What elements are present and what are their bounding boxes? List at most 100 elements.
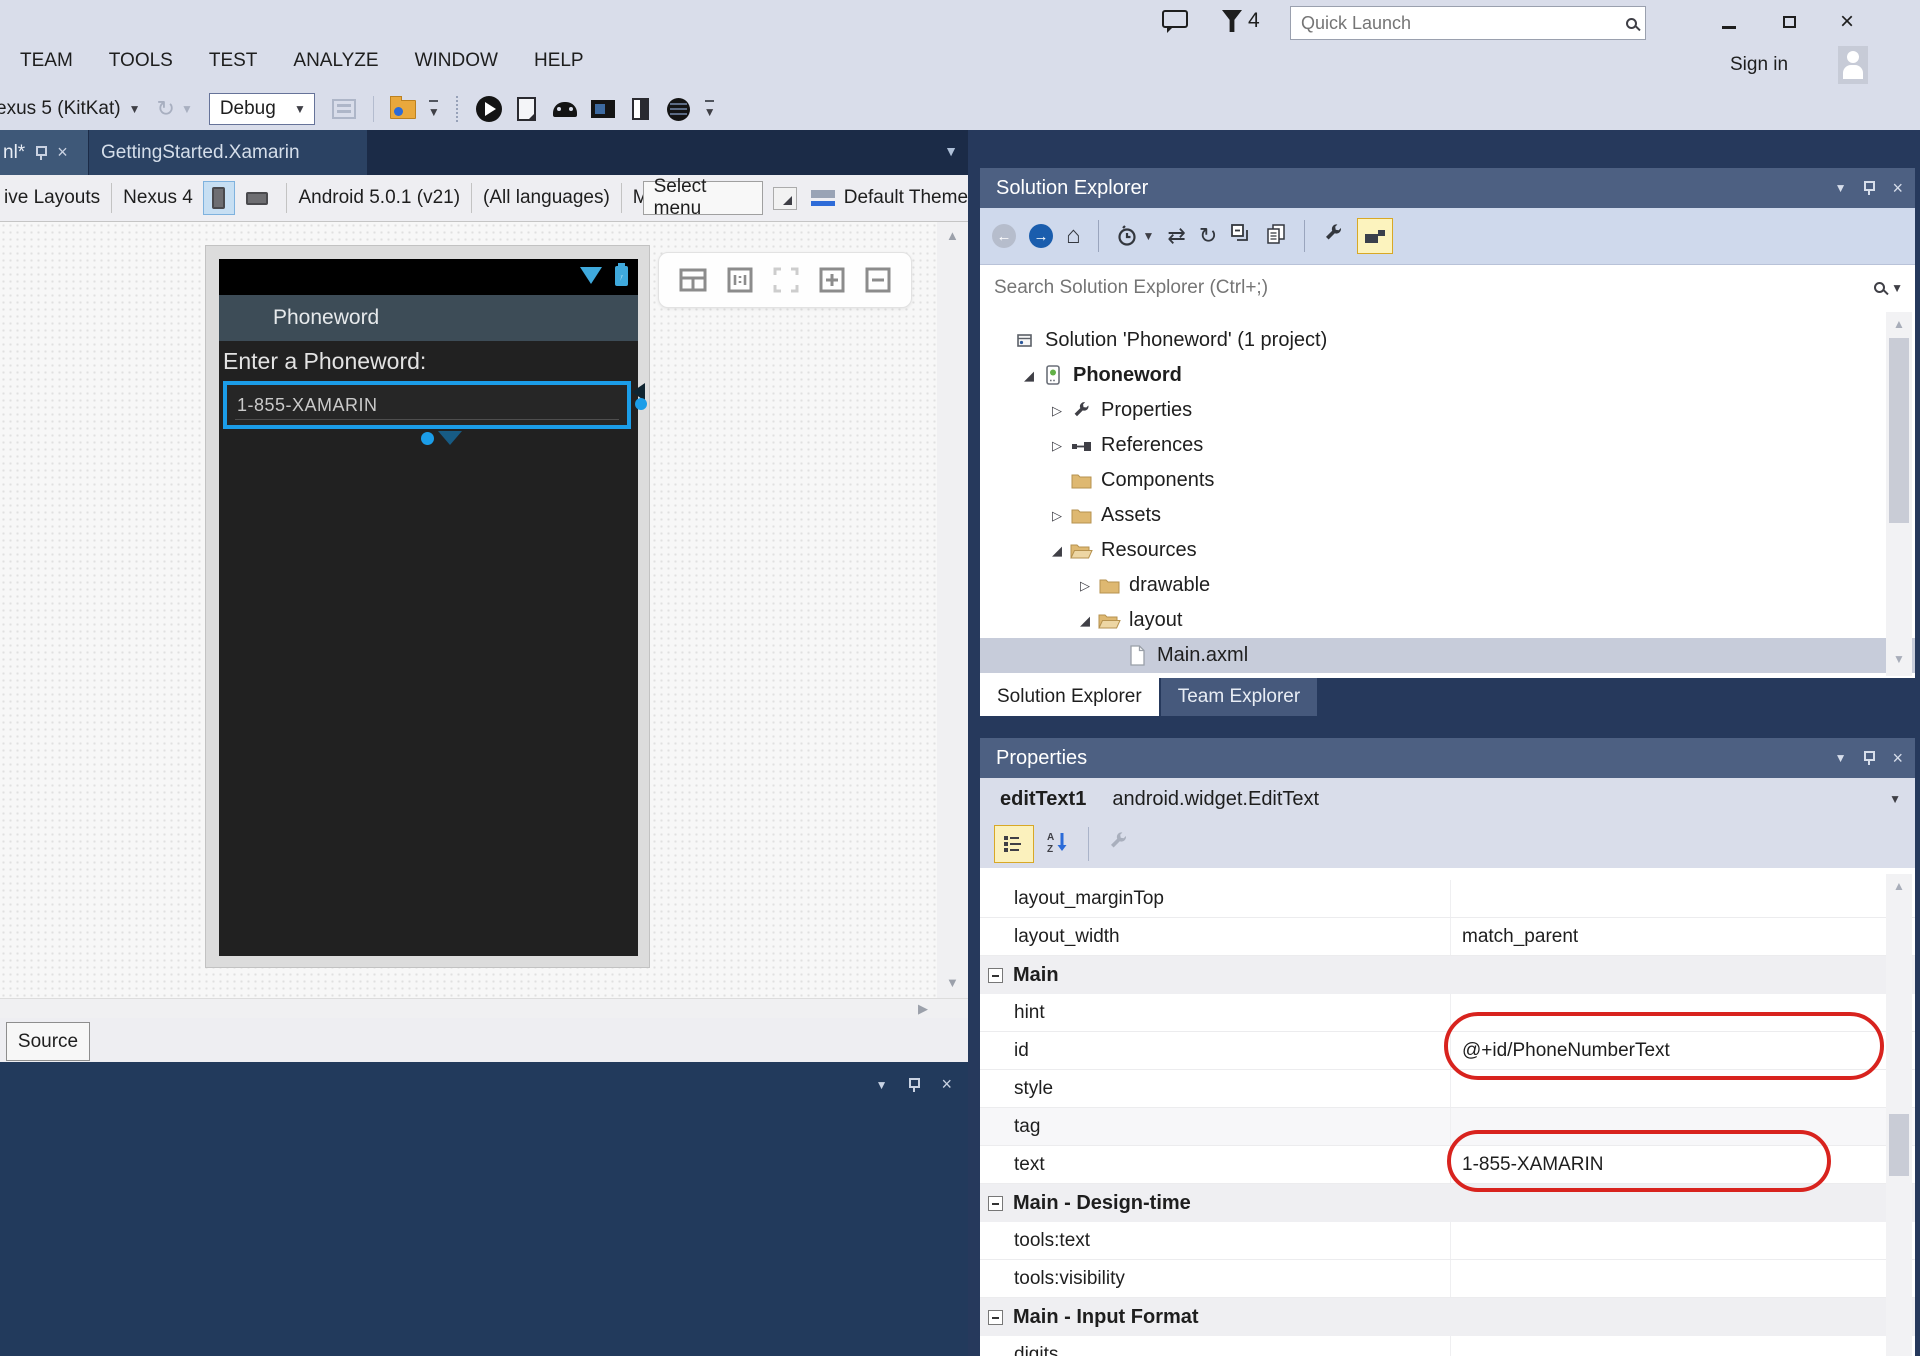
source-tab[interactable]: Source: [6, 1022, 90, 1061]
toolbar-drag-handle[interactable]: [456, 96, 460, 122]
device-screen-icon[interactable]: [512, 94, 542, 124]
select-menu-button[interactable]: Select menu: [643, 181, 763, 215]
device-dropdown[interactable]: exus 5 (KitKat): [0, 98, 121, 120]
tree-item-main-axml[interactable]: Main.axml: [980, 638, 1915, 673]
tree-item-drawable[interactable]: ▷drawable: [980, 568, 1915, 603]
actual-size-button[interactable]: [727, 267, 753, 293]
menu-dropdown-button[interactable]: [773, 187, 797, 210]
alternative-layouts-button[interactable]: ive Layouts: [4, 187, 100, 209]
close-icon[interactable]: ×: [1892, 178, 1903, 199]
pin-icon[interactable]: [1862, 181, 1876, 195]
refresh-caret[interactable]: ▼: [181, 102, 193, 116]
quick-launch-box[interactable]: [1290, 6, 1646, 40]
sync-with-active-document-button[interactable]: ⇄: [1167, 223, 1185, 249]
solution-explorer-search[interactable]: ▼: [980, 264, 1915, 310]
language-selector[interactable]: (All languages): [483, 187, 610, 209]
property-value[interactable]: match_parent: [1462, 926, 1578, 948]
menu-item-analyze[interactable]: ANALYZE: [293, 50, 378, 72]
expander-collapsed-icon[interactable]: ▷: [1046, 508, 1068, 524]
collapse-section-icon[interactable]: [988, 968, 1003, 983]
window-menu-caret[interactable]: ▼: [1835, 181, 1847, 195]
tree-item-references[interactable]: ▷References: [980, 428, 1915, 463]
pin-icon[interactable]: [1862, 751, 1876, 765]
tree-item-components[interactable]: Components: [980, 463, 1915, 498]
tree-item-resources[interactable]: ◢Resources: [980, 533, 1915, 568]
toolbar-overflow-button[interactable]: ▼: [428, 100, 440, 119]
globe-icon[interactable]: [664, 94, 694, 124]
search-options-caret[interactable]: ▼: [1891, 281, 1903, 295]
tree-item-assets[interactable]: ▷Assets: [980, 498, 1915, 533]
selection-marker-bottom[interactable]: [438, 431, 462, 445]
menu-item-tools[interactable]: TOOLS: [109, 50, 173, 72]
show-all-files-button[interactable]: [1265, 223, 1287, 250]
toolbar-overflow-button-2[interactable]: ▼: [704, 100, 716, 119]
solution-search-input[interactable]: [992, 276, 1874, 300]
resize-handle-bottom[interactable]: [421, 432, 434, 445]
collapse-section-icon[interactable]: [988, 1310, 1003, 1325]
portrait-button[interactable]: [203, 181, 235, 215]
phone-edittext-selected[interactable]: 1-855-XAMARIN: [223, 381, 631, 429]
tab-gettingstarted-xamarin[interactable]: GettingStarted.Xamarin: [89, 130, 367, 175]
expander-expanded-icon[interactable]: ◢: [1018, 368, 1040, 384]
close-tab-icon[interactable]: ×: [57, 142, 68, 163]
maximize-button[interactable]: [1772, 8, 1806, 36]
zoom-out-button[interactable]: [865, 267, 891, 293]
tab-main-axml[interactable]: nl* ×: [0, 130, 88, 175]
collapse-section-icon[interactable]: [988, 1196, 1003, 1211]
tab-team-explorer[interactable]: Team Explorer: [1161, 678, 1318, 716]
expander-collapsed-icon[interactable]: ▷: [1046, 403, 1068, 419]
refresh-button[interactable]: ↻: [1199, 223, 1217, 249]
menu-item-team[interactable]: TEAM: [20, 50, 73, 72]
canvas-vertical-scrollbar[interactable]: ▲▼: [937, 222, 968, 998]
home-button[interactable]: ⌂: [1066, 222, 1081, 250]
feedback-icon[interactable]: [1162, 10, 1188, 28]
minimize-button[interactable]: [1712, 8, 1746, 36]
publish-folder-icon[interactable]: [388, 94, 418, 124]
expander-collapsed-icon[interactable]: ▷: [1046, 438, 1068, 454]
properties-object-row[interactable]: editText1 android.widget.EditText ▼: [980, 778, 1915, 820]
device-selector[interactable]: Nexus 4: [123, 187, 193, 209]
zoom-in-button[interactable]: [819, 267, 845, 293]
close-icon[interactable]: ×: [1892, 748, 1903, 769]
device-dropdown-caret[interactable]: ▼: [129, 102, 141, 116]
object-selector-caret[interactable]: ▼: [1889, 792, 1901, 806]
split-view-button[interactable]: [679, 268, 707, 292]
designer-canvas[interactable]: Phoneword Enter a Phoneword: 1-855-XAMAR…: [0, 222, 937, 998]
property-section-main[interactable]: Main: [980, 956, 1915, 994]
sign-in-link[interactable]: Sign in: [1730, 54, 1788, 76]
tree-item-properties[interactable]: ▷Properties: [980, 393, 1915, 428]
menu-item-test[interactable]: TEST: [209, 50, 258, 72]
refresh-icon[interactable]: ↻: [157, 96, 175, 122]
tree-item-phoneword[interactable]: ◢Phoneword: [980, 358, 1915, 393]
categorized-button[interactable]: [994, 825, 1034, 863]
close-icon[interactable]: ×: [941, 1074, 952, 1095]
close-button[interactable]: ×: [1830, 8, 1864, 36]
config-dropdown[interactable]: Debug ▼: [209, 93, 315, 125]
back-button[interactable]: ←: [992, 224, 1016, 248]
expander-collapsed-icon[interactable]: ▷: [1074, 578, 1096, 594]
collapse-all-button[interactable]: [1230, 223, 1252, 250]
canvas-horizontal-scrollbar[interactable]: ▶: [0, 998, 968, 1018]
properties-scrollbar[interactable]: ▲: [1886, 874, 1912, 1356]
tab-solution-explorer[interactable]: Solution Explorer: [980, 678, 1159, 716]
panel-caret[interactable]: ▼: [876, 1078, 888, 1092]
landscape-button[interactable]: [241, 181, 273, 215]
resize-handle-right[interactable]: [635, 398, 647, 410]
expander-expanded-icon[interactable]: ◢: [1046, 543, 1068, 559]
properties-wrench-button[interactable]: [1322, 223, 1344, 250]
quick-launch-input[interactable]: [1299, 12, 1626, 35]
window-menu-caret[interactable]: ▼: [1835, 751, 1847, 765]
android-icon[interactable]: [550, 94, 580, 124]
tree-item-solution-phoneword-1-project[interactable]: Solution 'Phoneword' (1 project): [980, 323, 1915, 358]
solution-tree-scrollbar[interactable]: ▲▼: [1886, 312, 1912, 676]
user-avatar-icon[interactable]: [1838, 46, 1868, 84]
notifications-icon[interactable]: [1222, 10, 1242, 32]
pin-icon[interactable]: [907, 1078, 921, 1092]
device-display-icon[interactable]: [588, 94, 618, 124]
expander-expanded-icon[interactable]: ◢: [1074, 613, 1096, 629]
tree-item-layout[interactable]: ◢layout: [980, 603, 1915, 638]
switch-views-button[interactable]: ▼: [1116, 225, 1155, 247]
tab-list-caret[interactable]: ▼: [944, 143, 958, 159]
attach-icon[interactable]: [329, 94, 359, 124]
alphabetical-sort-button[interactable]: AZ: [1046, 830, 1070, 859]
